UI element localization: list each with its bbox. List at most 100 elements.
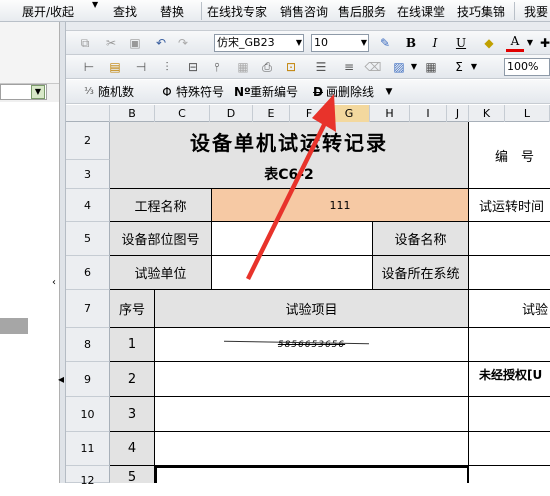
column-header[interactable]: I xyxy=(410,105,447,122)
list-selection[interactable] xyxy=(0,318,28,334)
sum-icon[interactable]: Σ xyxy=(450,58,468,76)
row-header[interactable]: 8 xyxy=(66,328,110,362)
selected-cell[interactable] xyxy=(155,466,469,483)
test-unit-label[interactable]: 试验单位 xyxy=(110,256,212,290)
row-header[interactable]: 7 xyxy=(66,290,110,328)
merge-icon[interactable]: ⊟ xyxy=(184,58,202,76)
replace-menu[interactable]: 替换 xyxy=(160,3,184,20)
row-header[interactable]: 11 xyxy=(66,432,110,466)
cut-icon[interactable]: ✂ xyxy=(102,34,120,52)
line-spacing-icon[interactable]: ☰ xyxy=(312,58,330,76)
seq-cell[interactable]: 2 xyxy=(110,362,155,397)
online-class-menu[interactable]: 在线课堂 xyxy=(397,3,445,20)
seq-cell[interactable]: 1 xyxy=(110,328,155,362)
seq-cell[interactable]: 5 xyxy=(110,466,155,485)
column-header[interactable]: C xyxy=(155,105,210,122)
insert-col-icon[interactable]: ▤ xyxy=(106,58,124,76)
seq-cell[interactable]: 3 xyxy=(110,397,155,432)
chevron-down-icon[interactable]: ▼ xyxy=(410,58,418,76)
row-header[interactable]: 2 xyxy=(66,122,110,160)
font-size-value: 10 xyxy=(314,36,328,49)
select-all-corner[interactable] xyxy=(66,105,110,122)
bold-button[interactable]: B xyxy=(402,34,420,52)
table-icon[interactable]: ▦ xyxy=(422,58,440,76)
chevron-down-icon[interactable]: ▼ xyxy=(296,35,302,51)
more-menu[interactable]: 我要 xyxy=(524,3,548,20)
test-result-cell[interactable] xyxy=(469,328,550,362)
chevron-down-icon[interactable]: ▼ xyxy=(384,83,394,101)
delete-row-icon[interactable]: ⊣ xyxy=(132,58,150,76)
format-brush-icon[interactable]: ✎ xyxy=(376,34,394,52)
split-icon[interactable]: ⫯ xyxy=(208,58,226,76)
expand-collapse-menu[interactable]: 展开/收起 xyxy=(22,3,74,20)
font-name-value: 仿宋_GB23 xyxy=(217,36,275,49)
column-header[interactable]: L xyxy=(505,105,550,122)
column-header[interactable]: B xyxy=(110,105,155,122)
row-header[interactable]: 12 xyxy=(66,466,110,487)
random-icon[interactable]: ⅓ xyxy=(82,83,96,101)
location-label[interactable]: 设备部位图号 xyxy=(110,222,212,256)
test-item-cell[interactable] xyxy=(155,397,469,432)
collapse-arrow-icon[interactable]: ◂ xyxy=(56,372,66,386)
zoom-select[interactable]: 100% xyxy=(504,58,550,76)
test-result-cell[interactable] xyxy=(469,432,550,466)
italic-button[interactable]: I xyxy=(426,34,444,52)
row-header[interactable]: 4 xyxy=(66,189,110,222)
project-name-label[interactable]: 工程名称 xyxy=(110,189,212,222)
online-expert-menu[interactable]: 在线找专家 xyxy=(207,3,267,20)
test-header-right[interactable]: 试验 xyxy=(469,290,550,328)
font-name-select[interactable]: 仿宋_GB23 ▼ xyxy=(214,34,304,52)
test-item-header[interactable]: 试验项目 xyxy=(155,290,469,328)
lock-icon[interactable]: ⊡ xyxy=(282,58,300,76)
row-header[interactable]: 6 xyxy=(66,256,110,290)
test-item-cell[interactable] xyxy=(155,432,469,466)
copy-icon[interactable]: ⧉ xyxy=(76,34,94,52)
fill-color-icon[interactable]: ◆ xyxy=(480,34,498,52)
chevron-down-icon[interactable]: ▼ xyxy=(526,34,534,52)
print-icon[interactable]: ⎙ xyxy=(258,58,276,76)
paste-icon[interactable]: ▣ xyxy=(126,34,144,52)
row-header[interactable]: 9 xyxy=(66,362,110,397)
number-label[interactable]: 编 号 xyxy=(469,122,550,189)
plus-icon[interactable]: ✚ xyxy=(538,34,550,52)
redo-icon[interactable]: ↷ xyxy=(174,34,192,52)
eraser-icon[interactable]: ⌫ xyxy=(364,58,382,76)
device-name-cell[interactable] xyxy=(469,222,550,256)
row-header[interactable]: 3 xyxy=(66,160,110,189)
system-cell[interactable] xyxy=(469,256,550,290)
seq-cell[interactable]: 4 xyxy=(110,432,155,466)
after-sales-menu[interactable]: 售后服务 xyxy=(338,3,386,20)
chevron-down-icon[interactable]: ▼ xyxy=(92,0,98,9)
undo-icon[interactable]: ↶ xyxy=(152,34,170,52)
seq-header[interactable]: 序号 xyxy=(110,290,155,328)
chevron-down-icon[interactable]: ▼ xyxy=(31,85,45,99)
skills-menu[interactable]: 技巧集锦 xyxy=(457,3,505,20)
underline-button[interactable]: U xyxy=(452,34,470,52)
device-name-label[interactable]: 设备名称 xyxy=(373,222,469,256)
system-label[interactable]: 设备所在系统 xyxy=(373,256,469,290)
row-header[interactable]: 5 xyxy=(66,222,110,256)
font-color-button[interactable]: A xyxy=(506,34,524,52)
row-header[interactable]: 10 xyxy=(66,397,110,432)
column-header[interactable]: H xyxy=(370,105,410,122)
font-size-select[interactable]: 10 ▼ xyxy=(311,34,369,52)
random-number-button[interactable]: 随机数 xyxy=(98,83,140,101)
sales-consult-menu[interactable]: 销售咨询 xyxy=(280,3,328,20)
align-icon[interactable]: ≡ xyxy=(340,58,358,76)
chevron-left-icon[interactable]: ‹ xyxy=(48,277,60,289)
test-item-cell[interactable] xyxy=(155,362,469,397)
run-time-label[interactable]: 试运转时间 xyxy=(469,189,550,222)
find-menu[interactable]: 查找 xyxy=(113,3,137,20)
column-header[interactable]: K xyxy=(469,105,505,122)
delete-col-icon[interactable]: ⫶ xyxy=(158,58,176,76)
chevron-down-icon[interactable]: ▼ xyxy=(361,35,367,51)
insert-row-icon[interactable]: ⊢ xyxy=(80,58,98,76)
grid-icon[interactable]: ▦ xyxy=(234,58,252,76)
test-result-cell[interactable] xyxy=(469,397,550,432)
special-symbol-button[interactable]: 特殊符号 xyxy=(176,83,228,101)
chevron-down-icon[interactable]: ▼ xyxy=(470,58,478,76)
column-header[interactable]: J xyxy=(447,105,469,122)
image-icon[interactable]: ▨ xyxy=(390,58,408,76)
special-symbol-icon[interactable]: Φ xyxy=(160,83,174,101)
test-item-cell[interactable]: 5856653656 xyxy=(155,328,469,362)
